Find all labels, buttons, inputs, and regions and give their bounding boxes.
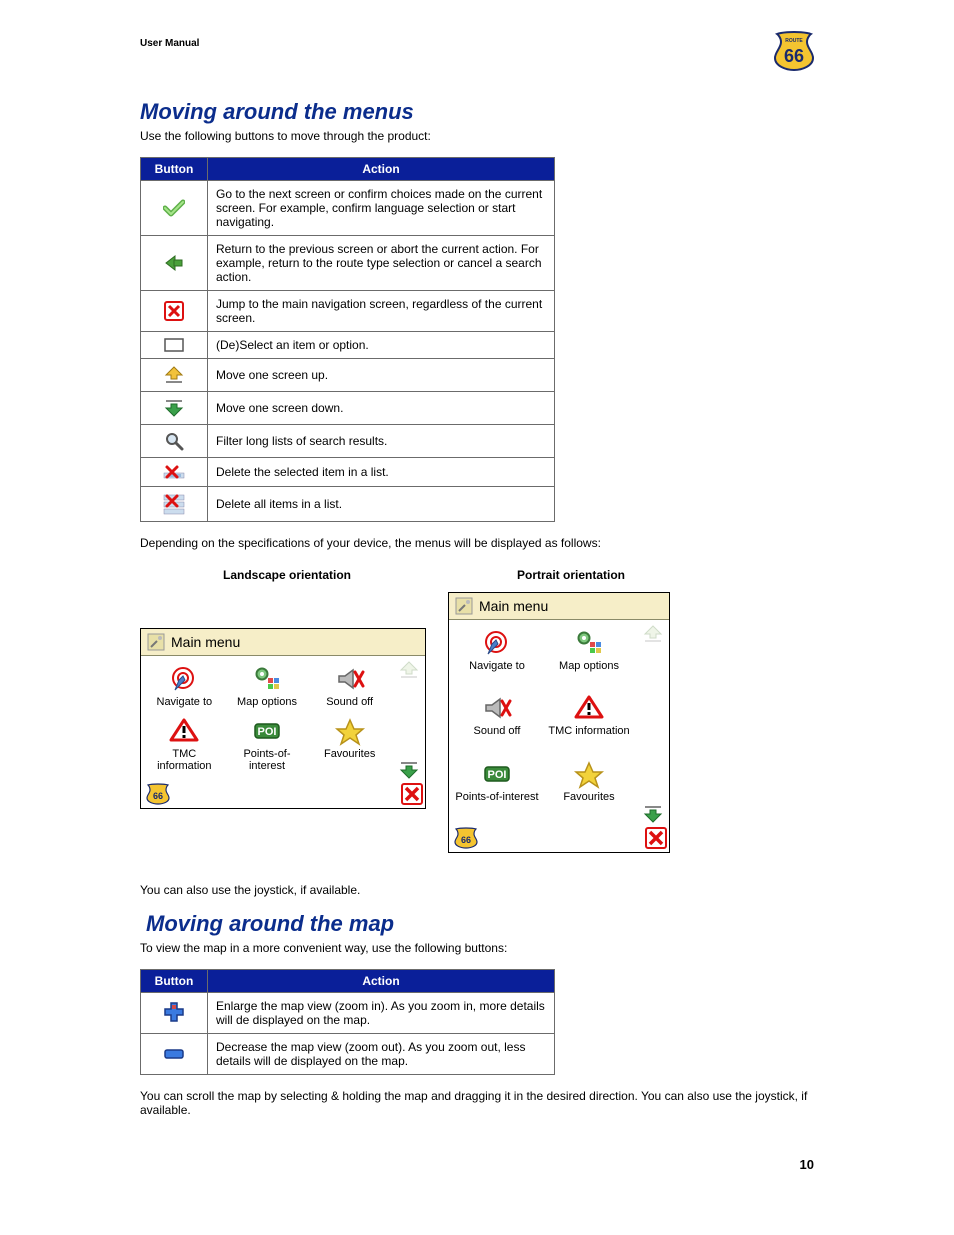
menu-item-mapoptions[interactable]: Map options (543, 626, 635, 691)
tools-icon (147, 633, 165, 651)
up-icon (141, 359, 208, 392)
page-up-icon[interactable] (398, 660, 420, 680)
portrait-screenshot: Main menu Navigate to Map options Sound … (448, 592, 670, 853)
menu-title: Main menu (171, 634, 240, 650)
page-number: 10 (140, 1157, 814, 1172)
table-row: Move one screen down. (141, 392, 555, 425)
zoom-in-icon (141, 993, 208, 1034)
menu-item-navigate[interactable]: Navigate to (143, 662, 226, 714)
svg-text:POI: POI (488, 769, 507, 781)
menu-buttons-table: Button Action Go to the next screen or c… (140, 157, 555, 522)
page-down-icon[interactable] (642, 804, 664, 824)
portrait-label: Portrait orientation (456, 564, 686, 586)
header-label: User Manual (140, 38, 814, 49)
search-icon (141, 425, 208, 458)
col-action: Action (208, 970, 555, 993)
svg-text:66: 66 (461, 835, 471, 845)
menu-item-mapoptions[interactable]: Map options (226, 662, 309, 714)
table-row: Delete the selected item in a list. (141, 458, 555, 487)
table-row: Move one screen up. (141, 359, 555, 392)
table-row: Decrease the map view (zoom out). As you… (141, 1034, 555, 1075)
action-text: Decrease the map view (zoom out). As you… (208, 1034, 555, 1075)
page-up-icon[interactable] (642, 624, 664, 644)
action-text: (De)Select an item or option. (208, 332, 555, 359)
action-text: Move one screen up. (208, 359, 555, 392)
close-icon[interactable] (645, 827, 667, 849)
close-icon (141, 291, 208, 332)
route66-badge-icon: 66 (145, 782, 171, 806)
col-action: Action (208, 158, 555, 181)
zoom-out-icon (141, 1034, 208, 1075)
action-text: Move one screen down. (208, 392, 555, 425)
page-down-icon[interactable] (398, 760, 420, 780)
landscape-screenshot: Main menu Navigate to Map options Sound … (140, 628, 426, 809)
svg-text:POI: POI (258, 726, 277, 738)
table-row: Go to the next screen or confirm choices… (141, 181, 555, 236)
menu-item-tmc[interactable]: TMC information (543, 691, 635, 756)
table-row: Delete all items in a list. (141, 487, 555, 522)
menu-item-soundoff[interactable]: Sound off (451, 691, 543, 756)
close-icon[interactable] (401, 783, 423, 805)
menu-item-poi[interactable]: POI Points-of-interest (451, 757, 543, 822)
checkbox-icon (141, 332, 208, 359)
menu-item-soundoff[interactable]: Sound off (308, 662, 391, 714)
table-row: Filter long lists of search results. (141, 425, 555, 458)
route66-badge-icon: 66 (453, 826, 479, 850)
action-text: Delete all items in a list. (208, 487, 555, 522)
section2-after: You can scroll the map by selecting & ho… (140, 1089, 814, 1117)
delete-icon (141, 458, 208, 487)
menu-item-poi[interactable]: POI Points-of-interest (226, 714, 309, 778)
map-buttons-table: Button Action Enlarge the map view (zoom… (140, 969, 555, 1075)
col-button: Button (141, 158, 208, 181)
action-text: Filter long lists of search results. (208, 425, 555, 458)
svg-text:ROUTE: ROUTE (785, 38, 803, 44)
table-row: Enlarge the map view (zoom in). As you z… (141, 993, 555, 1034)
tools-icon (455, 597, 473, 615)
menu-item-favourites[interactable]: Favourites (543, 757, 635, 822)
menu-item-navigate[interactable]: Navigate to (451, 626, 543, 691)
col-button: Button (141, 970, 208, 993)
action-text: Delete the selected item in a list. (208, 458, 555, 487)
menu-titlebar: Main menu (449, 593, 669, 620)
action-text: Jump to the main navigation screen, rega… (208, 291, 555, 332)
menu-title: Main menu (479, 598, 548, 614)
table-row: (De)Select an item or option. (141, 332, 555, 359)
delete-all-icon (141, 487, 208, 522)
landscape-label: Landscape orientation (140, 564, 434, 586)
menu-item-tmc[interactable]: TMC information (143, 714, 226, 778)
action-text: Go to the next screen or confirm choices… (208, 181, 555, 236)
action-text: Enlarge the map view (zoom in). As you z… (208, 993, 555, 1034)
section2-title: Moving around the map (146, 911, 814, 937)
svg-text:66: 66 (153, 791, 163, 801)
down-icon (141, 392, 208, 425)
route66-logo: ROUTE 66 (774, 30, 814, 72)
section1-lead: Use the following buttons to move throug… (140, 129, 814, 143)
menu-titlebar: Main menu (141, 629, 425, 656)
menu-item-favourites[interactable]: Favourites (308, 714, 391, 778)
section2-lead: To view the map in a more convenient way… (140, 941, 814, 955)
action-text: Return to the previous screen or abort t… (208, 236, 555, 291)
svg-text:66: 66 (784, 46, 804, 66)
section1-title: Moving around the menus (140, 99, 814, 125)
check-icon (141, 181, 208, 236)
table-row: Jump to the main navigation screen, rega… (141, 291, 555, 332)
section1-after-table: Depending on the specifications of your … (140, 536, 814, 550)
back-icon (141, 236, 208, 291)
joystick-note: You can also use the joystick, if availa… (140, 883, 814, 897)
table-row: Return to the previous screen or abort t… (141, 236, 555, 291)
